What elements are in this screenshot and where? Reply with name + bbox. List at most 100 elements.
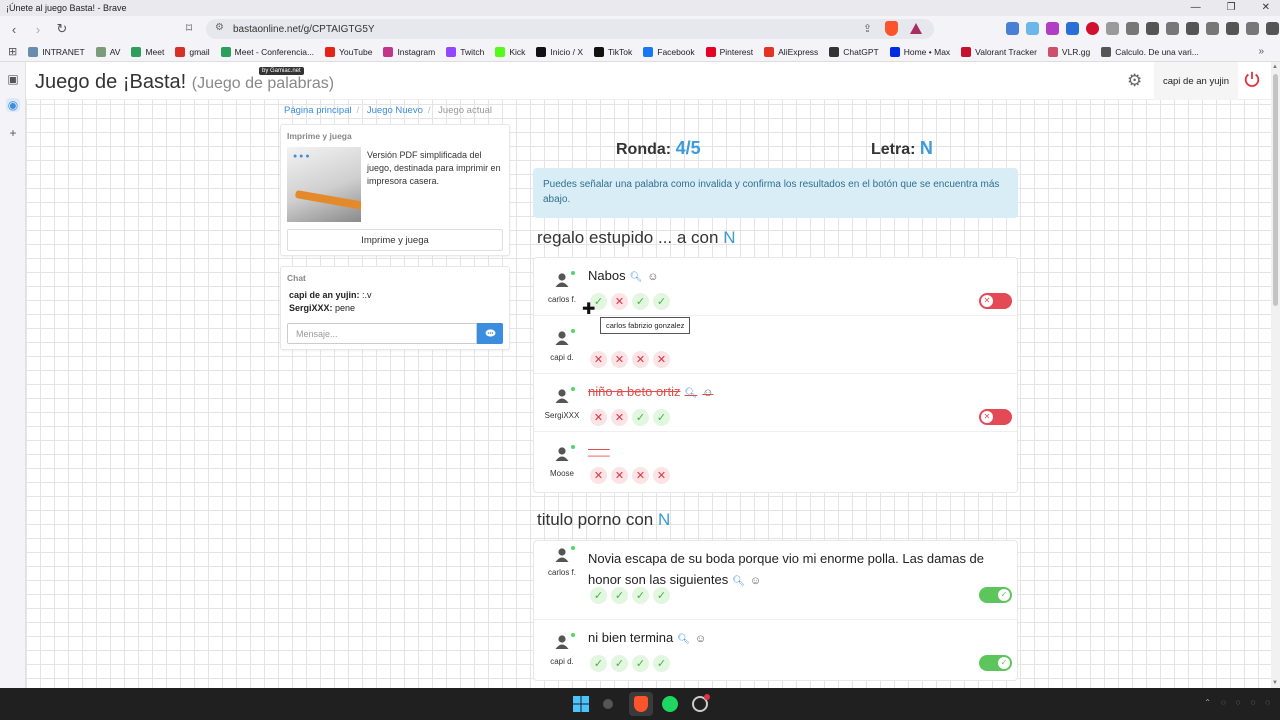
print-thumbnail-image[interactable]: ● ● ● (287, 147, 361, 222)
extension-icon[interactable] (1046, 22, 1059, 35)
chat-message-input[interactable]: Mensaje... (287, 323, 477, 344)
extension-icon[interactable] (1126, 22, 1139, 35)
bookmark-item[interactable]: gmail (175, 46, 210, 57)
system-tray[interactable]: ⌃ ◌ ◌ ◌ ◌ (1204, 698, 1270, 707)
bookmark-item[interactable]: AV (95, 46, 120, 57)
player-answer: ni bien termina 🔍︎ ☺ (588, 627, 706, 650)
validity-toggle[interactable]: ✕ (979, 409, 1012, 425)
bookmark-item[interactable]: Home • Max (889, 46, 950, 57)
emoji-reaction-icon[interactable]: ☺ (695, 633, 706, 645)
bookmark-item[interactable]: TikTok (594, 46, 632, 57)
extension-icon[interactable] (1206, 22, 1219, 35)
category-letter: N (657, 510, 671, 529)
translate-extension-icon[interactable] (1006, 22, 1019, 35)
player-avatar-icon[interactable] (554, 272, 570, 288)
bookmark-icon[interactable]: ⌑ (186, 21, 192, 35)
bookmark-item[interactable]: ChatGPT (829, 46, 879, 57)
share-icon[interactable]: ⇪ (863, 22, 872, 35)
apps-icon[interactable]: ⊞ (8, 45, 17, 58)
forward-icon[interactable]: › (28, 22, 48, 37)
bookmark-item[interactable]: YouTube (325, 46, 372, 57)
back-icon[interactable]: ‹ (4, 22, 24, 37)
bookmark-item[interactable]: Valorant Tracker (961, 46, 1037, 57)
bookmark-item[interactable]: INTRANET (28, 46, 85, 57)
search-icon[interactable]: 🔍︎ (630, 272, 643, 283)
bookmarks-overflow-icon[interactable]: » (1258, 46, 1264, 57)
gamiac-badge[interactable]: by Gamiac.net (259, 67, 304, 75)
menu-icon[interactable] (1266, 22, 1279, 35)
taskbar-spotify-icon[interactable] (662, 696, 678, 712)
brave-rewards-icon[interactable] (910, 23, 922, 34)
player-name[interactable]: SergiXXX (534, 411, 590, 420)
close-icon[interactable]: ✕ (1262, 0, 1270, 16)
player-name[interactable]: capi d. (534, 657, 590, 666)
validity-toggle[interactable]: ✓ (979, 587, 1012, 603)
breadcrumb-home[interactable]: Página principal (284, 105, 352, 116)
minimize-icon[interactable]: — (1191, 0, 1201, 16)
emoji-reaction-icon[interactable]: ☺ (750, 575, 761, 587)
emoji-reaction-icon[interactable]: ☺ (702, 387, 713, 399)
bookmark-item[interactable]: Meet - Conferencia... (220, 46, 314, 57)
reload-icon[interactable]: ↻ (52, 21, 72, 37)
tray-app-icon[interactable]: ◌ (1265, 698, 1270, 707)
bookmark-item[interactable]: Kick (495, 46, 525, 57)
bookmark-item[interactable]: Calculo. De una vari... (1101, 46, 1199, 57)
logout-power-icon[interactable] (1243, 70, 1261, 88)
tray-app-icon[interactable]: ◌ (1221, 698, 1226, 707)
brave-shields-icon[interactable] (885, 21, 898, 36)
extension-icon[interactable] (1066, 22, 1079, 35)
player-avatar-icon[interactable] (554, 634, 570, 650)
search-icon[interactable]: 🔍︎ (677, 634, 690, 645)
extension-icon[interactable] (1246, 22, 1259, 35)
windows-start-icon[interactable] (573, 696, 589, 712)
extension-icon[interactable] (1186, 22, 1199, 35)
sidebar-add-icon[interactable]: + (6, 126, 20, 140)
player-name[interactable]: capi d. (534, 353, 590, 362)
scroll-up-icon[interactable]: ▲ (1272, 64, 1278, 70)
bookmark-item[interactable]: Facebook (643, 46, 695, 57)
validity-toggle[interactable]: ✓ (979, 655, 1012, 671)
search-icon[interactable]: 🔍︎ (685, 388, 698, 399)
emoji-reaction-icon[interactable]: ☺ (647, 271, 658, 283)
extension-icon[interactable] (1166, 22, 1179, 35)
tray-app-icon[interactable]: ◌ (1236, 698, 1241, 707)
taskbar-brave-icon[interactable] (629, 692, 653, 716)
site-settings-icon[interactable]: ⚙ (215, 22, 224, 33)
bookmark-item[interactable]: AliExpress (764, 46, 818, 57)
print-and-play-button[interactable]: Imprime y juega (287, 229, 503, 251)
extension-icon[interactable] (1026, 22, 1039, 35)
opera-extension-icon[interactable] (1086, 22, 1099, 35)
bookmark-label: Meet (145, 46, 165, 57)
tray-chevron-icon[interactable]: ⌃ (1204, 698, 1211, 707)
page-scrollbar[interactable]: ▲ ▼ (1271, 62, 1280, 688)
settings-gear-icon[interactable]: ⚙ (1127, 71, 1142, 91)
extension-icon[interactable] (1146, 22, 1159, 35)
maximize-icon[interactable]: ❐ (1227, 0, 1236, 16)
user-menu[interactable]: capi de an yujin (1154, 62, 1238, 100)
validity-toggle[interactable]: ✕ (979, 293, 1012, 309)
search-icon[interactable]: 🔍︎ (732, 576, 745, 587)
taskbar-app-icon[interactable] (603, 699, 613, 709)
bookmark-item[interactable]: Inicio / X (536, 46, 583, 57)
bookmark-item[interactable]: VLR.gg (1047, 46, 1090, 57)
sidebar-toggle-icon[interactable]: ▣ (6, 72, 20, 86)
extension-icon[interactable] (1106, 22, 1119, 35)
bookmark-item[interactable]: Instagram (383, 46, 435, 57)
extension-icon[interactable] (1226, 22, 1239, 35)
tray-app-icon[interactable]: ◌ (1250, 698, 1255, 707)
address-bar[interactable]: ⚙ bastaonline.net/g/CPTAIGTG5Y ⇪ (206, 19, 934, 39)
player-name[interactable]: Moose (534, 469, 590, 478)
sidebar-bastaonline-icon[interactable]: ◉ (6, 98, 20, 112)
bookmark-item[interactable]: Pinterest (705, 46, 753, 57)
scroll-down-icon[interactable]: ▼ (1272, 680, 1278, 686)
bookmark-item[interactable]: Meet (131, 46, 165, 57)
player-avatar-icon[interactable] (554, 388, 570, 404)
player-avatar-icon[interactable] (554, 330, 570, 346)
player-name[interactable]: carlos f. (534, 568, 590, 577)
player-avatar-icon[interactable] (554, 547, 570, 563)
player-avatar-icon[interactable] (554, 446, 570, 462)
chat-send-button[interactable] (477, 323, 503, 344)
scrollbar-thumb[interactable] (1273, 74, 1278, 306)
bookmark-item[interactable]: Twitch (446, 46, 484, 57)
breadcrumb-new-game[interactable]: Juego Nuevo (367, 105, 423, 116)
